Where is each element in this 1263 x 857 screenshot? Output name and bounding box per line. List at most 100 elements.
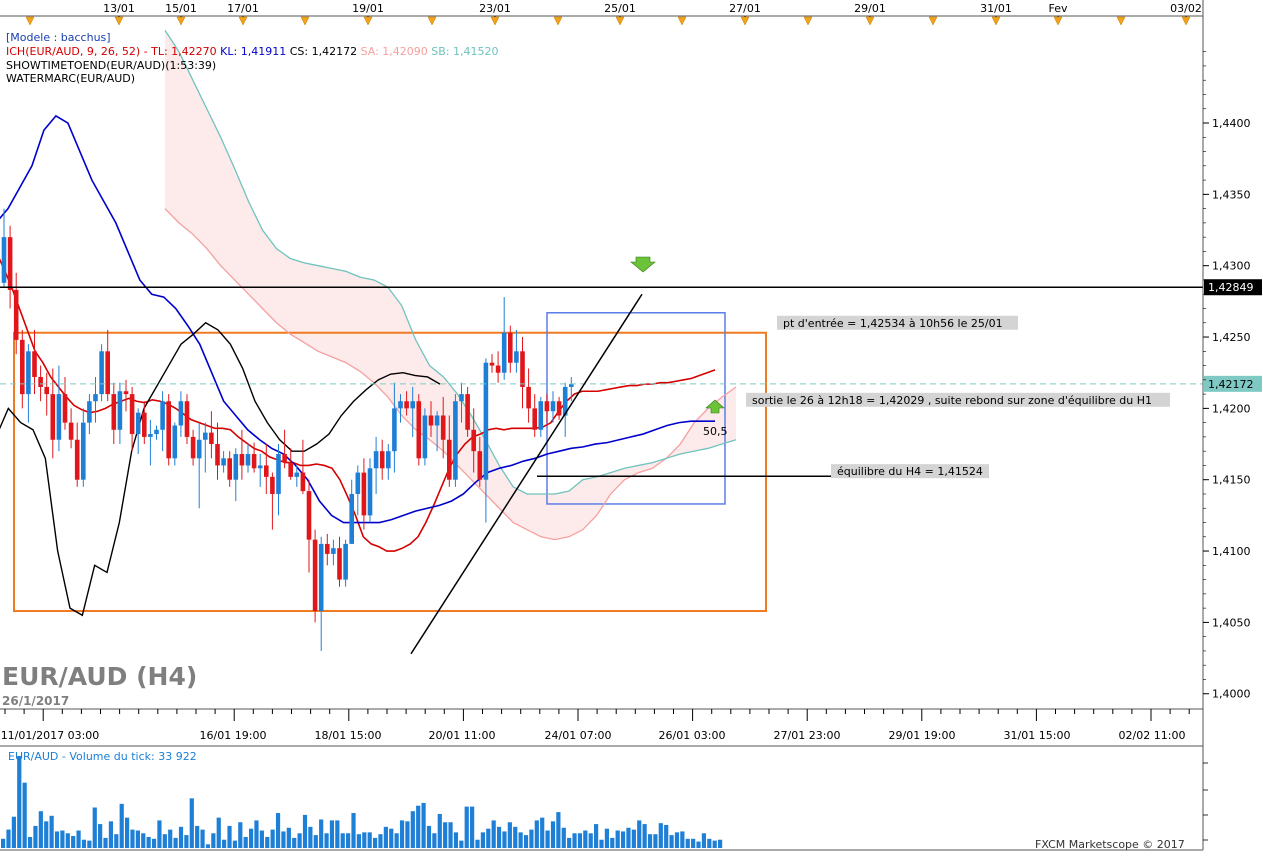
volume-bar <box>367 832 372 848</box>
oscillator-value-label: 50,5 <box>703 425 728 438</box>
volume-bar <box>302 814 308 848</box>
volume-bar <box>324 833 329 848</box>
price-label: 1,4300 <box>1212 260 1251 273</box>
session-marker <box>740 16 750 26</box>
model-label: [Modele : bacchus] <box>6 31 111 44</box>
session-marker <box>238 16 248 26</box>
candle-body <box>87 401 92 423</box>
volume-bar <box>577 833 583 848</box>
volume-bar <box>410 811 415 848</box>
volume-bar <box>674 832 680 848</box>
volume-bar <box>647 834 653 848</box>
volume-bar <box>146 836 151 848</box>
ich-prefix: ICH(EUR/AUD, 9, 26, 52) - <box>6 45 148 58</box>
session-marker <box>427 16 437 26</box>
candle-body <box>392 408 397 452</box>
volume-bar <box>443 822 448 848</box>
candle-body <box>196 439 202 459</box>
candle-body <box>544 401 550 412</box>
top-date-label: 23/01 <box>479 2 511 15</box>
volume-bar <box>610 837 615 848</box>
candle-body <box>483 362 489 480</box>
volume-bar <box>216 817 221 848</box>
volume-bar <box>308 826 313 848</box>
session-marker <box>300 16 310 26</box>
candle-body <box>154 429 159 435</box>
top-date-label: 03/02 <box>1170 2 1202 15</box>
volume-bar <box>232 840 238 848</box>
volume-bar <box>243 836 248 848</box>
session-marker <box>803 16 813 26</box>
volume-bar <box>372 837 378 848</box>
kijun-legend: KL: 1,41911 <box>220 45 287 58</box>
ssa-legend: SA: 1,42090 <box>360 45 428 58</box>
volume-bar <box>572 833 577 848</box>
volume-bar <box>599 839 604 848</box>
candle-body <box>93 394 98 402</box>
volume-bar <box>631 829 636 848</box>
volume-bar <box>496 826 502 848</box>
volume-bar <box>98 824 103 848</box>
candle-body <box>13 289 19 340</box>
volume-bar <box>1 838 6 848</box>
volume-bar <box>168 829 173 848</box>
annotation-text: pt d'entrée = 1,42534 à 10h56 le 25/01 <box>783 317 1003 330</box>
candle-body <box>38 376 43 387</box>
candle-body <box>44 386 49 395</box>
volume-bar <box>81 839 87 848</box>
volume-bar <box>346 833 351 848</box>
volume-bar <box>405 821 410 848</box>
candle-body <box>129 394 135 435</box>
bottom-time-label: 02/02 11:00 <box>1119 729 1186 742</box>
candle-body <box>361 472 367 516</box>
current-price-label: 1,42172 <box>1208 378 1254 391</box>
volume-bar <box>44 821 49 848</box>
price-chart[interactable]: 1,42849 1,42172 pt d'entrée = 1,42534 à 10… <box>0 0 1263 854</box>
candle-body <box>416 401 422 459</box>
bottom-time-label: 27/01 23:00 <box>774 729 841 742</box>
candle-body <box>105 351 110 395</box>
candle-body <box>459 394 464 402</box>
candle-body <box>178 401 184 426</box>
candle-body <box>465 394 470 430</box>
candle-body <box>318 543 324 611</box>
volume-bar <box>475 839 480 848</box>
volume-bar <box>254 820 259 848</box>
volume-bar <box>71 836 76 848</box>
volume-bar <box>227 825 232 848</box>
volume-bar <box>620 831 626 848</box>
price-label: 1,4150 <box>1212 474 1251 487</box>
volume-layer <box>1 756 1208 848</box>
volume-bar <box>173 837 178 848</box>
candle-body <box>532 408 537 430</box>
session-marker <box>991 16 1001 26</box>
volume-bar <box>184 835 189 848</box>
candle-body <box>325 543 330 554</box>
candle-body <box>160 401 165 430</box>
volume-bar <box>658 823 663 848</box>
candle-body <box>331 548 336 554</box>
session-marker <box>176 16 186 26</box>
candle-body <box>209 432 214 445</box>
volume-bar <box>313 835 318 848</box>
bottom-time-label: 29/01 19:00 <box>889 729 956 742</box>
volume-bar <box>151 838 157 848</box>
volume-bar <box>604 828 609 848</box>
volume-bar <box>54 831 60 848</box>
candle-body <box>123 391 129 395</box>
volume-bar <box>534 820 539 848</box>
volume-bar <box>502 831 507 848</box>
volume-bar <box>27 836 33 848</box>
top-date-label: 15/01 <box>165 2 197 15</box>
volume-bar <box>416 805 421 848</box>
top-date-label: 27/01 <box>729 2 761 15</box>
volume-bar <box>195 825 200 848</box>
session-marker <box>1181 16 1191 26</box>
price-label: 1,4000 <box>1212 688 1251 701</box>
volume-bar <box>340 833 345 848</box>
candle-body <box>276 454 281 494</box>
top-date-label: 25/01 <box>604 2 636 15</box>
entry-arrow-down-icon <box>630 256 656 273</box>
chikou-legend: CS: 1,42172 <box>289 45 358 58</box>
candle-body <box>355 472 361 494</box>
